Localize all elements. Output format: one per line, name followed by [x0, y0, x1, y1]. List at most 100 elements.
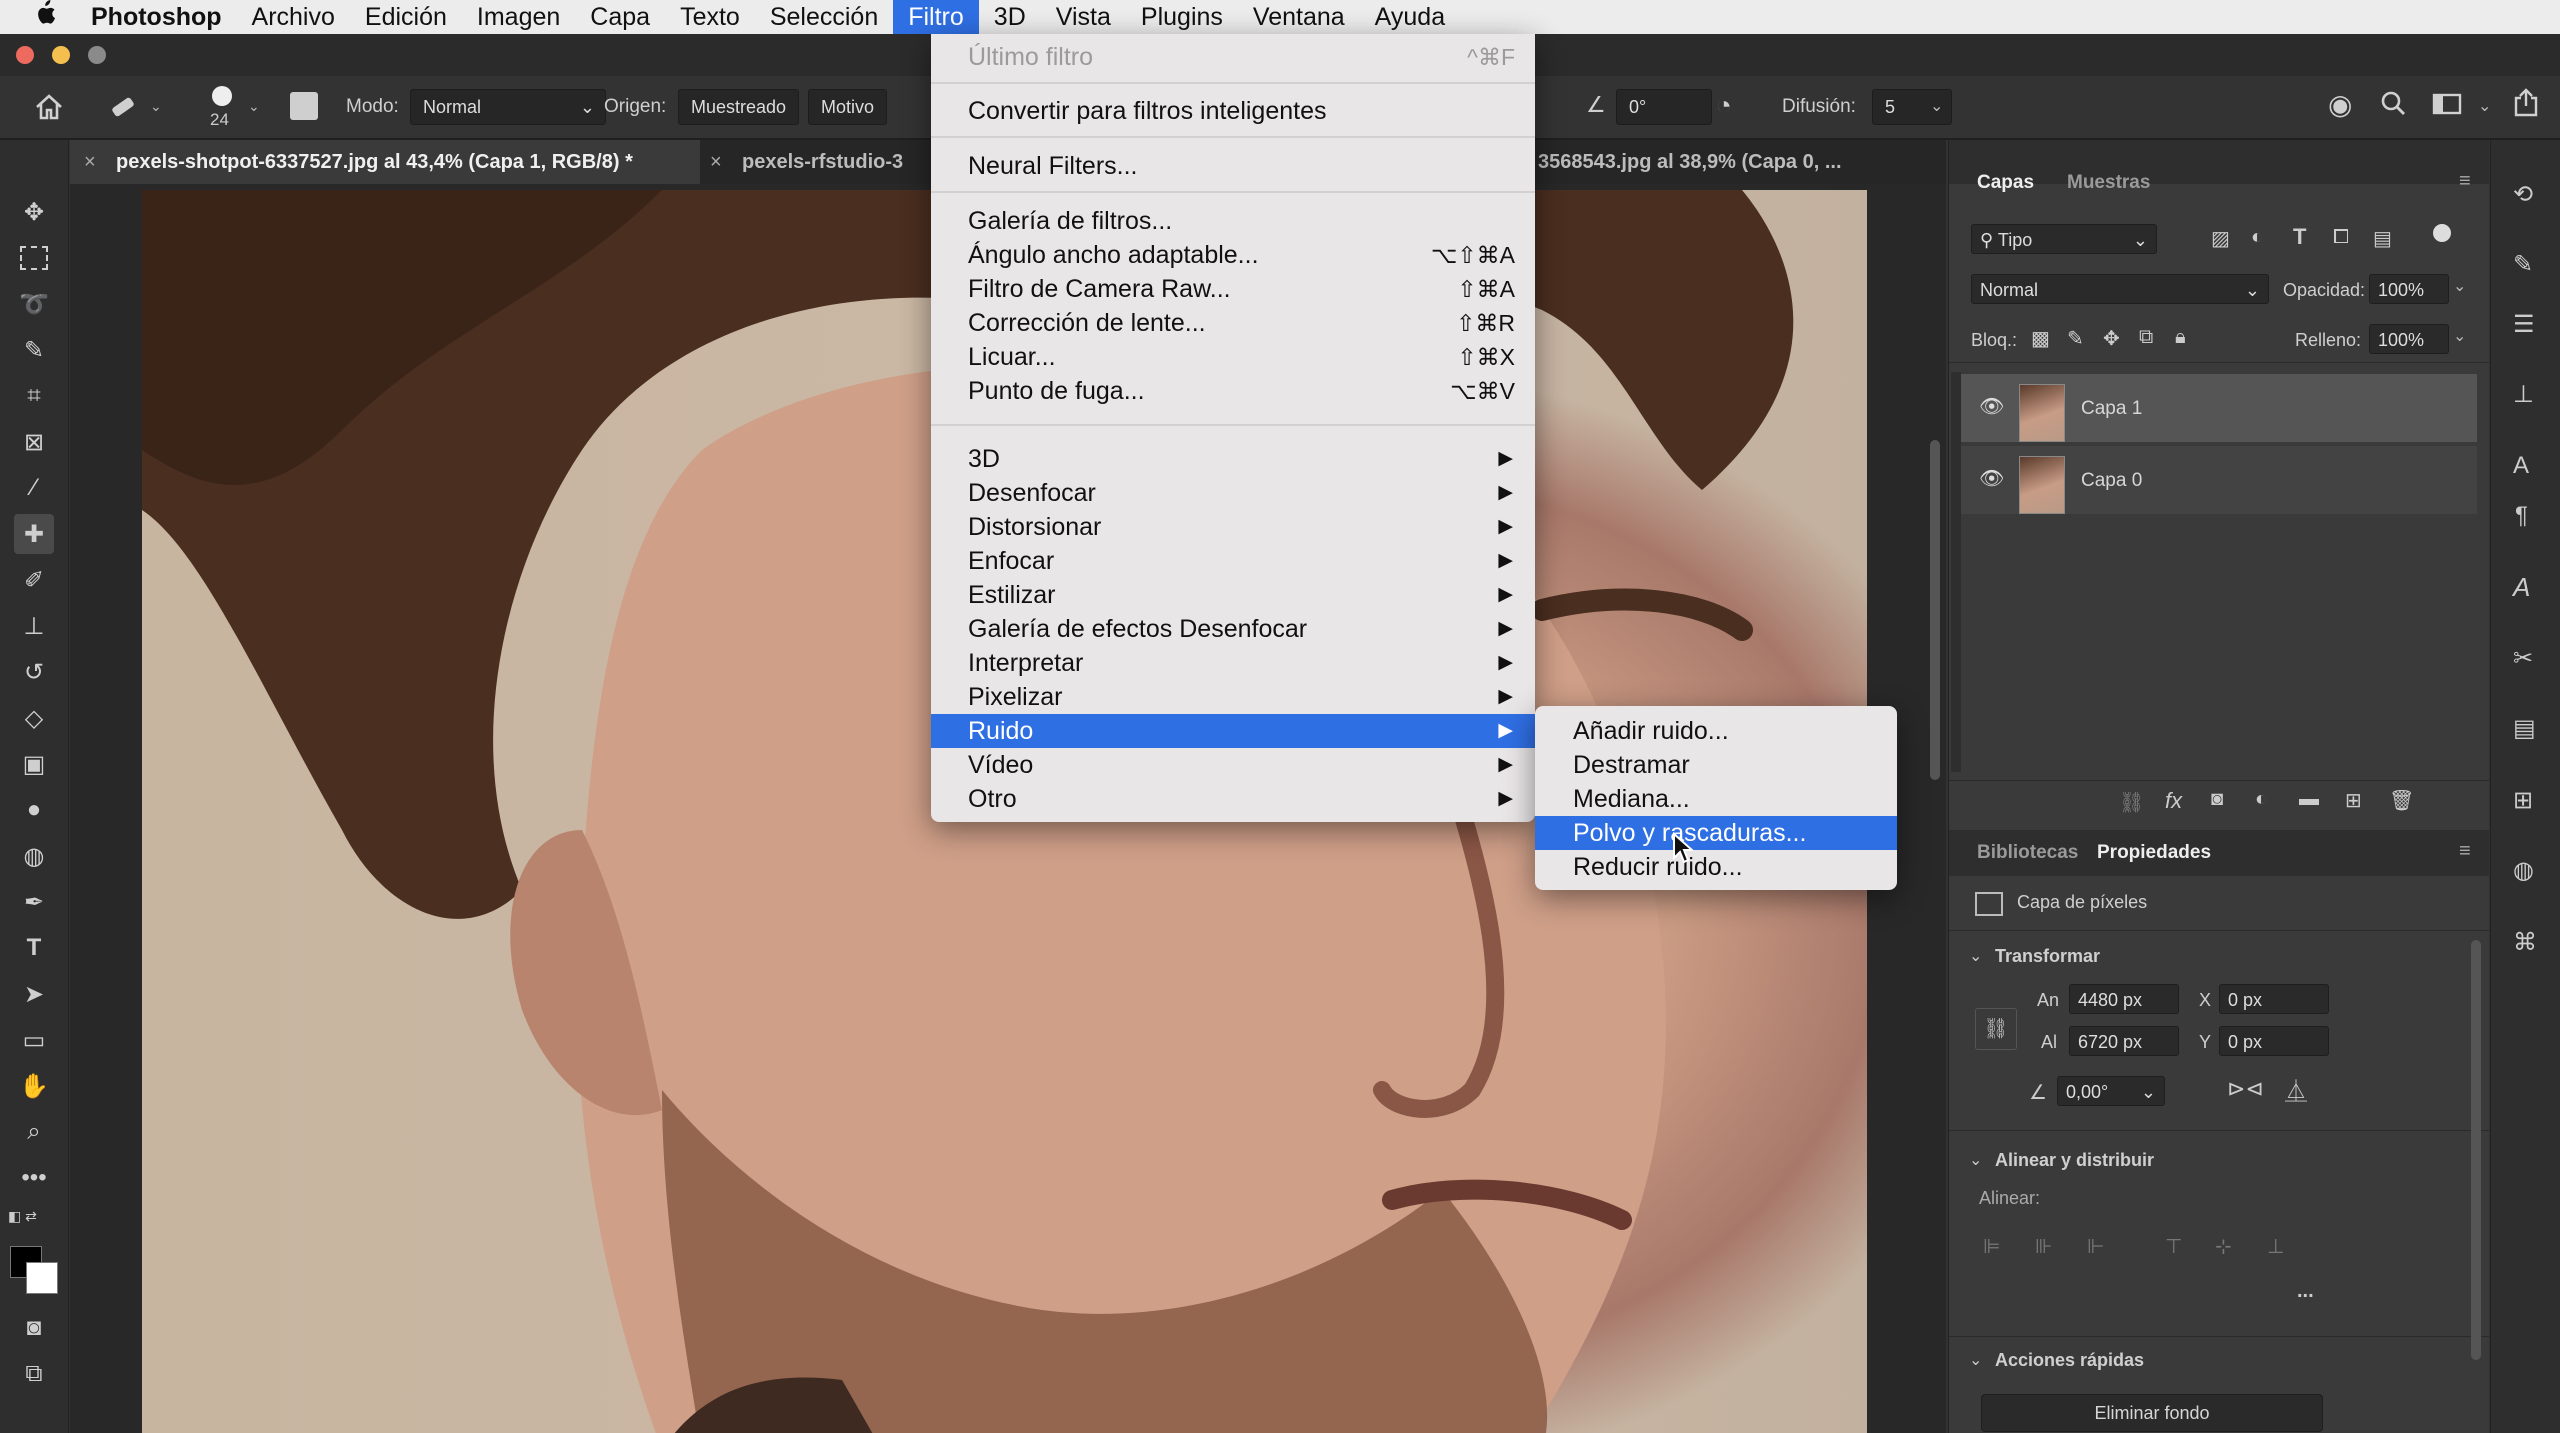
menu-app-photoshop[interactable]: Photoshop: [76, 0, 237, 34]
path-selection-tool-icon[interactable]: ➤: [14, 974, 54, 1014]
chevron-down-icon[interactable]: ⌄: [1969, 1350, 1982, 1370]
align-left-icon[interactable]: ⊫: [1983, 1234, 2000, 1259]
share-icon[interactable]: [2512, 88, 2540, 118]
quick-actions-title[interactable]: Acciones rápidas: [1995, 1350, 2144, 1371]
brush-tool-icon[interactable]: ✐: [14, 560, 54, 600]
frame-tool-icon[interactable]: ⊠: [14, 422, 54, 462]
link-layers-icon[interactable]: ⛓︎: [2119, 790, 2144, 815]
crop-tool-icon[interactable]: ⌗: [14, 376, 54, 416]
clone-source-icon[interactable]: ⊥: [2513, 380, 2534, 409]
menu-item-distort[interactable]: Distorsionar ▶: [931, 510, 1535, 544]
type-tool-icon[interactable]: T: [14, 928, 54, 968]
history-brush-tool-icon[interactable]: ↺: [14, 652, 54, 692]
rectangle-tool-icon[interactable]: ▭: [14, 1020, 54, 1060]
menu-item-despeckle[interactable]: Destramar: [1535, 748, 1897, 782]
color-icon[interactable]: ◍: [2513, 856, 2534, 885]
menu-3d[interactable]: 3D: [979, 0, 1041, 34]
search-icon[interactable]: [2380, 90, 2406, 116]
trash-icon[interactable]: 🗑︎: [2389, 788, 2414, 813]
layer-filter-select[interactable]: ⚲ Tipo ⌄: [1971, 224, 2157, 254]
menu-item-blur-gallery[interactable]: Galería de efectos Desenfocar ▶: [931, 612, 1535, 646]
zoom-window-button[interactable]: [88, 46, 106, 64]
panel-menu-icon[interactable]: ≡: [2459, 170, 2471, 193]
chevron-down-icon[interactable]: ⌄: [2478, 96, 2491, 116]
chevron-down-icon[interactable]: ⌄: [1969, 1150, 1982, 1170]
history-icon[interactable]: ⟲: [2513, 180, 2533, 209]
user-icon[interactable]: ◉: [2328, 88, 2352, 121]
menu-item-3d[interactable]: 3D ▶: [931, 442, 1535, 476]
menu-seleccion[interactable]: Selección: [755, 0, 893, 34]
lock-artboard-icon[interactable]: ⧉: [2139, 326, 2153, 349]
menu-texto[interactable]: Texto: [665, 0, 755, 34]
layer-row[interactable]: 👁︎ Capa 1: [1961, 374, 2477, 442]
menu-item-reduce-noise[interactable]: Reducir ruido...: [1535, 850, 1897, 884]
gradients-icon[interactable]: ▤: [2513, 714, 2536, 743]
patterns-icon[interactable]: ⊞: [2513, 786, 2533, 815]
chevron-down-icon[interactable]: ⌄: [2453, 326, 2466, 346]
lock-position-icon[interactable]: ✥: [2103, 326, 2120, 351]
align-bottom-icon[interactable]: ⊥: [2267, 1234, 2284, 1259]
tab-muestras[interactable]: Muestras: [2067, 172, 2150, 194]
healing-brush-tool-icon[interactable]: ✚: [14, 514, 54, 554]
source-sampled-button[interactable]: Muestreado: [678, 89, 800, 125]
filter-type-icon[interactable]: T: [2293, 224, 2306, 250]
menu-capa[interactable]: Capa: [575, 0, 665, 34]
filter-adjustment-icon[interactable]: ◐: [2251, 226, 2263, 249]
menu-item-video[interactable]: Vídeo ▶: [931, 748, 1535, 782]
filter-shape-icon[interactable]: ⧠: [2333, 226, 2349, 249]
tool-presets-icon[interactable]: ✂: [2513, 644, 2533, 673]
quick-mask-icon[interactable]: ◙: [14, 1308, 54, 1348]
eyedropper-tool-icon[interactable]: ⁄: [14, 468, 54, 508]
brush-settings-icon[interactable]: ✎: [2513, 250, 2533, 279]
align-section-title[interactable]: Alinear y distribuir: [1995, 1150, 2154, 1171]
rotation-field[interactable]: 0,00° ⌄: [2057, 1076, 2165, 1106]
filter-toggle-icon[interactable]: [2433, 224, 2451, 242]
move-tool-icon[interactable]: ✥: [14, 192, 54, 232]
menu-edicion[interactable]: Edición: [350, 0, 462, 34]
link-dimensions-icon[interactable]: ⛓︎: [1975, 1008, 2017, 1050]
screen-mode-icon[interactable]: ⧉: [14, 1354, 54, 1394]
menu-item-camera-raw[interactable]: Filtro de Camera Raw... ⇧⌘A: [931, 272, 1535, 306]
menu-item-noise[interactable]: Ruido ▶: [931, 714, 1535, 748]
menu-item-last-filter[interactable]: Último filtro ^⌘F: [931, 40, 1535, 74]
properties-scrollbar[interactable]: [2471, 940, 2481, 1360]
chevron-down-icon[interactable]: ⌄: [1969, 946, 1982, 966]
glyphs-icon[interactable]: A: [2513, 572, 2530, 603]
menu-item-median[interactable]: Mediana...: [1535, 782, 1897, 816]
layers-scrollbar-track[interactable]: [1951, 372, 1961, 772]
document-tab-active[interactable]: × pexels-shotpot-6337527.jpg al 43,4% (C…: [70, 140, 700, 184]
layer-row[interactable]: 👁︎ Capa 0: [1961, 446, 2477, 514]
menu-item-neural-filters[interactable]: Neural Filters...: [931, 149, 1535, 183]
hand-tool-icon[interactable]: ✋: [14, 1066, 54, 1106]
opacity-field[interactable]: 100%: [2369, 274, 2449, 304]
more-tools-icon[interactable]: •••: [14, 1158, 54, 1198]
character-icon[interactable]: A: [2513, 452, 2529, 480]
marquee-tool-icon[interactable]: [14, 238, 54, 278]
menu-item-adaptive-wide-angle[interactable]: Ángulo ancho adaptable... ⌥⇧⌘A: [931, 238, 1535, 272]
document-tab[interactable]: 3568543.jpg al 38,9% (Capa 0, ...: [1538, 140, 1938, 184]
pressure-icon[interactable]: ◔: [1716, 90, 1732, 121]
lock-transparency-icon[interactable]: ▩: [2031, 326, 2050, 351]
menu-item-stylize[interactable]: Estilizar ▶: [931, 578, 1535, 612]
menu-imagen[interactable]: Imagen: [462, 0, 575, 34]
menu-item-sharpen[interactable]: Enfocar ▶: [931, 544, 1535, 578]
healing-brush-icon[interactable]: [106, 92, 140, 122]
chevron-down-icon[interactable]: ⌄: [248, 98, 260, 115]
chevron-down-icon[interactable]: ⌄: [1930, 96, 1943, 116]
filter-smart-object-icon[interactable]: ▤: [2373, 226, 2392, 251]
chevron-down-icon[interactable]: ⌄: [2453, 276, 2466, 296]
background-color-swatch[interactable]: [26, 1262, 58, 1294]
menu-item-add-noise[interactable]: Añadir ruido...: [1535, 714, 1897, 748]
add-mask-icon[interactable]: ◙: [2211, 788, 2223, 811]
remove-background-button[interactable]: Eliminar fondo: [1981, 1394, 2323, 1432]
menu-item-blur[interactable]: Desenfocar ▶: [931, 476, 1535, 510]
menu-item-other[interactable]: Otro ▶: [931, 782, 1535, 816]
apple-icon[interactable]: [0, 0, 76, 34]
menu-item-pixelate[interactable]: Pixelizar ▶: [931, 680, 1535, 714]
adjustment-layer-icon[interactable]: ◐: [2255, 788, 2267, 811]
workspace-icon[interactable]: [2432, 92, 2462, 116]
menu-item-liquify[interactable]: Licuar... ⇧⌘X: [931, 340, 1535, 374]
align-right-icon[interactable]: ⊩: [2087, 1234, 2104, 1259]
eye-icon[interactable]: 👁︎: [1979, 394, 2004, 419]
blend-mode-select[interactable]: Normal ⌄: [1971, 274, 2269, 304]
